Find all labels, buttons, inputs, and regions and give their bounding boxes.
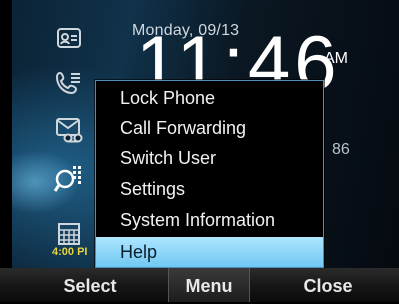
menu-softkey[interactable]: Menu — [168, 268, 250, 302]
calendar-time-label: 4:00 PI — [52, 246, 88, 258]
select-softkey[interactable]: Select — [40, 268, 140, 302]
menu-item-call-forwarding[interactable]: Call Forwarding — [96, 113, 323, 143]
menu-item-system-information[interactable]: System Information — [96, 205, 323, 235]
menu-item-lock-phone[interactable]: Lock Phone — [96, 83, 323, 113]
menu-item-help[interactable]: Help — [96, 237, 323, 267]
menu-item-switch-user[interactable]: Switch User — [96, 143, 323, 173]
search-directory-icon[interactable] — [53, 162, 85, 194]
menu-item-settings[interactable]: Settings — [96, 174, 323, 204]
partial-status-value: 86 — [332, 141, 350, 158]
call-history-icon[interactable] — [53, 66, 85, 98]
contacts-icon[interactable] — [53, 22, 85, 54]
options-menu: Lock Phone Call Forwarding Switch User S… — [95, 80, 324, 268]
softkey-bar: Select Menu Close — [0, 268, 399, 302]
voicemail-icon[interactable] — [53, 114, 85, 146]
close-softkey[interactable]: Close — [278, 268, 378, 302]
am-pm-indicator: AM — [324, 50, 348, 67]
app-sidebar — [48, 10, 92, 268]
